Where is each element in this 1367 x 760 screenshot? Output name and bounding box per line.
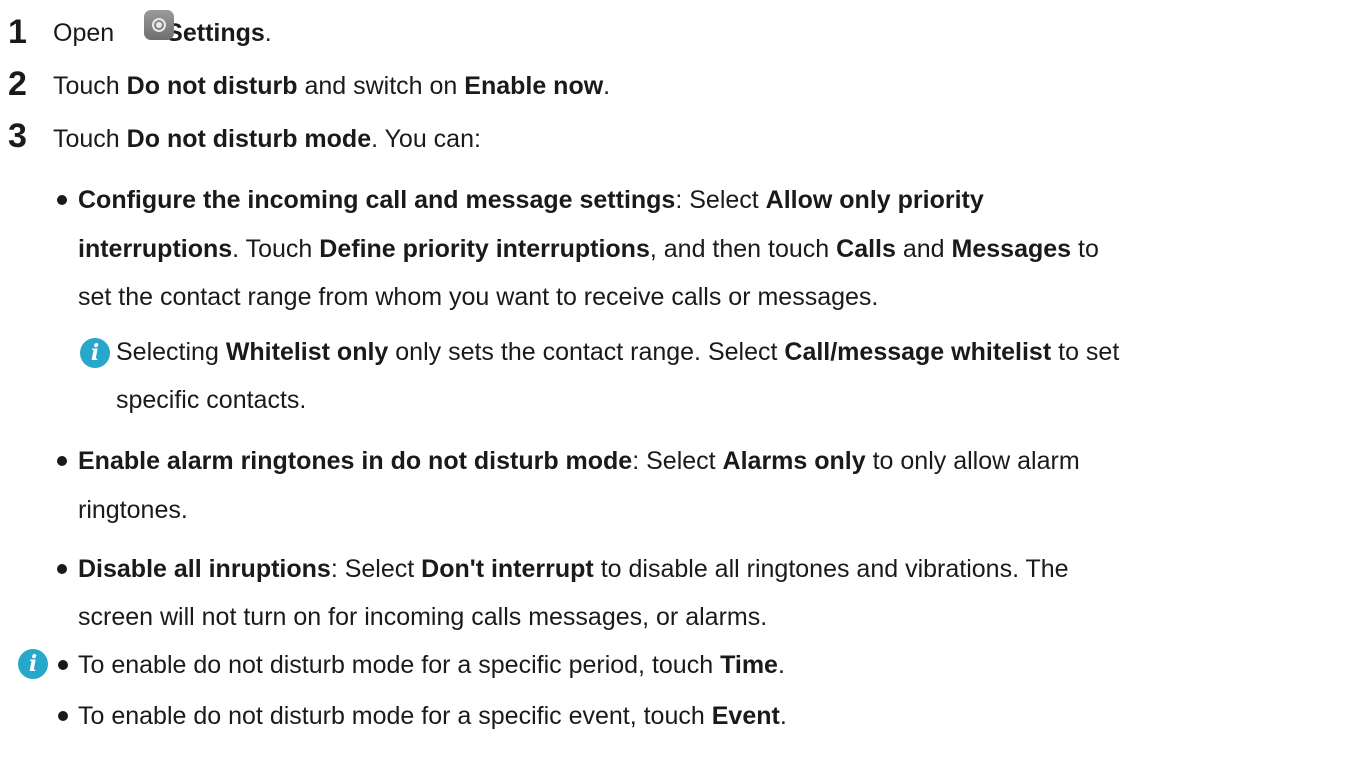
bullet-dot xyxy=(58,711,68,721)
step-number-2: 2 xyxy=(8,65,27,103)
step-3-text: Touch Do not disturb mode. You can: xyxy=(53,125,481,153)
tip-2: To enable do not disturb mode for a spec… xyxy=(78,702,787,730)
bullet-1-line-1: Configure the incoming call and message … xyxy=(78,186,984,214)
bullet-1-line-2: interruptions. Touch Define priority int… xyxy=(78,235,1099,263)
info-icon: i xyxy=(80,338,110,368)
note-1-line-1: Selecting Whitelist only only sets the c… xyxy=(116,338,1120,366)
bullet-2-line-1: Enable alarm ringtones in do not disturb… xyxy=(78,447,1080,475)
note-1-line-2: specific contacts. xyxy=(116,386,307,414)
bullet-dot xyxy=(58,660,68,670)
settings-app-icon xyxy=(144,10,174,40)
bullet-3-line-1: Disable all inruptions: Select Don't int… xyxy=(78,555,1069,583)
bullet-dot xyxy=(57,456,67,466)
step-number-1: 1 xyxy=(8,13,27,51)
tip-1: To enable do not disturb mode for a spec… xyxy=(78,651,785,679)
step-number-3: 3 xyxy=(8,117,27,155)
bullet-dot xyxy=(57,564,67,574)
bullet-1-line-3: set the contact range from whom you want… xyxy=(78,283,879,311)
info-icon: i xyxy=(18,649,48,679)
bullet-2-line-2: ringtones. xyxy=(78,496,188,524)
step-2-text: Touch Do not disturb and switch on Enabl… xyxy=(53,72,611,100)
bullet-3-line-2: screen will not turn on for incoming cal… xyxy=(78,603,768,631)
bullet-dot xyxy=(57,195,67,205)
